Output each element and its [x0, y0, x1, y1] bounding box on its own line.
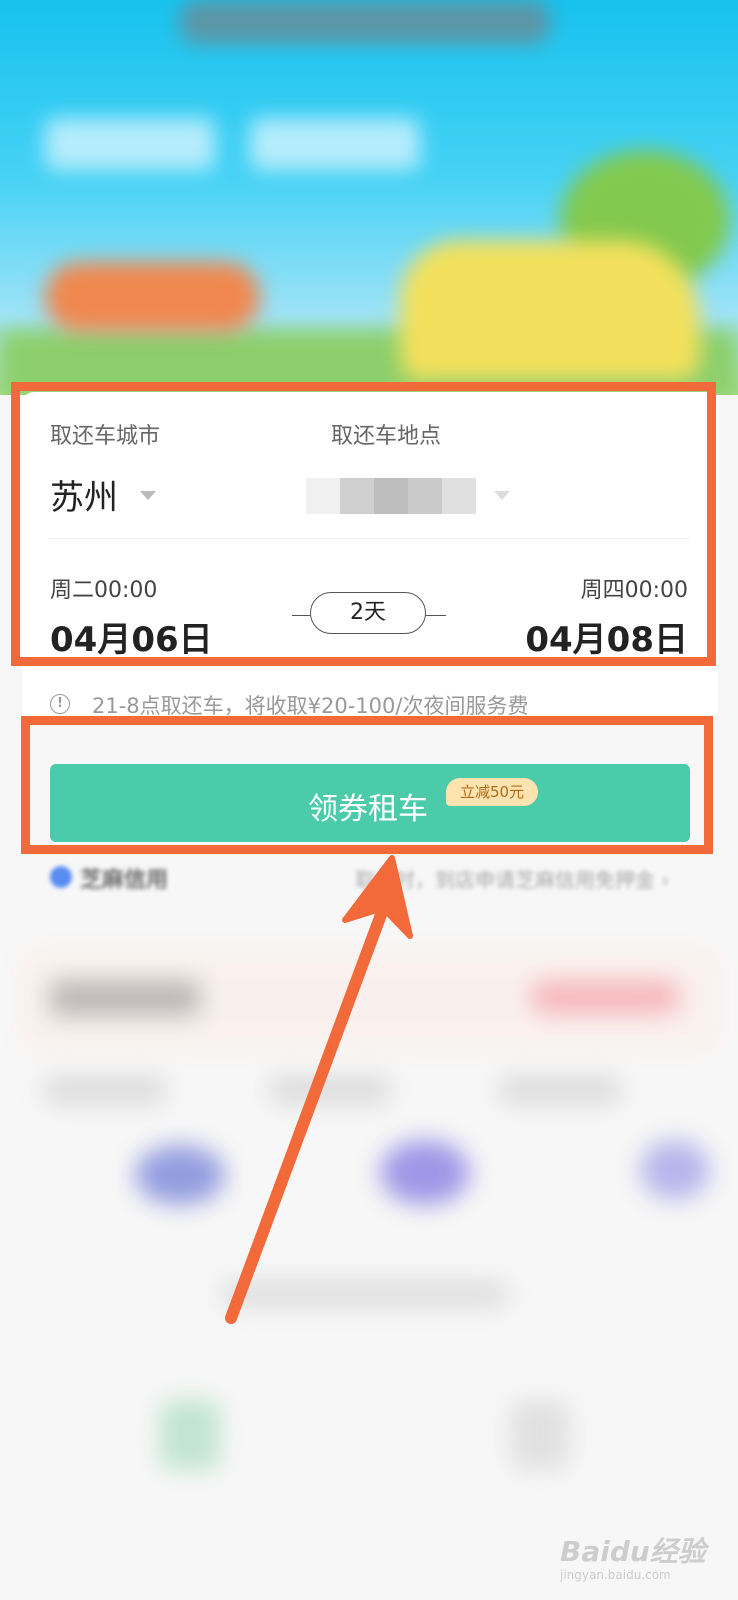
chevron-right-icon: ›	[661, 868, 670, 892]
annotation-highlight-booking	[11, 382, 716, 666]
status-bar-blurred	[180, 0, 550, 44]
watermark-url: jingyan.baidu.com	[560, 1568, 671, 1582]
promo-action-blurred[interactable]	[530, 980, 680, 1014]
category-label-blurred	[500, 1075, 620, 1105]
category-icon-blurred[interactable]	[380, 1140, 470, 1205]
promo-banner[interactable]	[0, 0, 738, 395]
category-label-blurred	[270, 1075, 390, 1105]
feature-icon-blurred	[160, 1400, 220, 1470]
category-icon-blurred[interactable]	[640, 1140, 710, 1200]
zhima-credit-icon	[50, 866, 72, 888]
watermark-logo: Baidu经验	[560, 1535, 706, 1568]
promo-title-blurred	[50, 980, 200, 1016]
feature-icon-blurred	[510, 1400, 570, 1470]
banner-cta-button[interactable]	[45, 262, 260, 332]
zhima-credit-row[interactable]: 芝麻信用 取车时，到店申请芝麻信用免押金 ›	[50, 862, 700, 894]
banner-title-blurred	[45, 118, 215, 170]
category-label-blurred	[45, 1075, 165, 1105]
banner-title-blurred	[250, 118, 420, 170]
annotation-highlight-button	[21, 716, 713, 854]
info-circle-icon: !	[50, 694, 70, 714]
zhima-credit-hint: 取车时，到店申请芝麻信用免押金 ›	[355, 868, 670, 892]
zhima-credit-label: 芝麻信用	[80, 868, 169, 893]
banner-car-illustration	[400, 240, 700, 380]
baidu-jingyan-watermark: Baidu经验 jingyan.baidu.com	[560, 1530, 706, 1582]
section-bar-blurred	[220, 1280, 510, 1308]
category-icon-blurred[interactable]	[135, 1145, 225, 1205]
